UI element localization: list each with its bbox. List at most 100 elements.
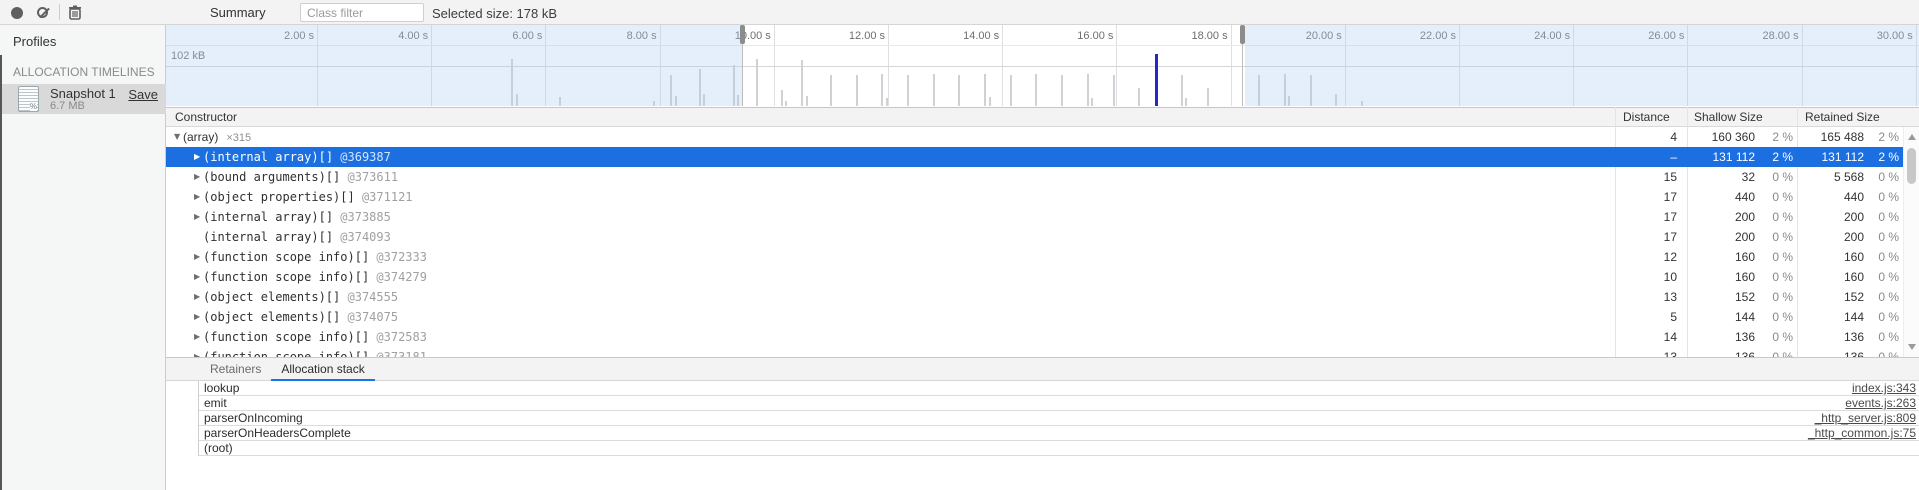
scrollbar-up-arrow-icon[interactable] <box>1908 134 1916 140</box>
cell-percent: 0 % <box>1760 167 1795 187</box>
allocation-bar <box>886 98 888 106</box>
object-id: @369387 <box>333 150 391 164</box>
cell-number: 144 <box>1687 307 1759 327</box>
constructor-label: (function scope info)[] <box>203 330 369 344</box>
expander-collapsed-icon[interactable]: ▶ <box>194 307 200 327</box>
cell-number: 32 <box>1687 167 1759 187</box>
tab-retainers[interactable]: Retainers <box>200 358 271 380</box>
constructor-row[interactable]: ▶(function scope info)[] @374279101600 %… <box>166 267 1919 287</box>
cell-percent: 0 % <box>1760 227 1795 247</box>
source-location-link[interactable]: _http_common.js:75 <box>1808 426 1916 441</box>
expander-collapsed-icon[interactable]: ▶ <box>194 147 200 167</box>
scrollbar-thumb[interactable] <box>1907 148 1916 184</box>
constructor-row[interactable]: ▶(object properties)[] @371121174400 %44… <box>166 187 1919 207</box>
cell-number: 4 <box>1615 127 1681 147</box>
object-id: @374555 <box>340 290 398 304</box>
selection-handle-right[interactable] <box>1240 25 1245 44</box>
constructor-row[interactable]: ▶(function scope info)[] @373181131360 %… <box>166 347 1919 357</box>
source-location-link[interactable]: _http_server.js:809 <box>1815 411 1916 426</box>
cell-number: 15 <box>1615 167 1681 187</box>
cell-percent: 0 % <box>1760 267 1795 287</box>
record-button[interactable] <box>9 5 25 21</box>
cell-number: 136 <box>1687 347 1759 357</box>
constructor-row[interactable]: ▶(internal array)[] @373885172000 %2000 … <box>166 207 1919 227</box>
constructor-row[interactable]: ▼(array)×3154160 3602 %165 4882 % <box>166 127 1919 147</box>
allocation-stack-frames: lookupindex.js:343emitevents.js:263parse… <box>198 381 1919 456</box>
object-id: @373611 <box>340 170 398 184</box>
constructor-label: (array) <box>183 130 218 144</box>
snapshot-title: Snapshot 1 <box>50 86 116 101</box>
expander-collapsed-icon[interactable]: ▶ <box>194 247 200 267</box>
constructor-label: (object elements)[] <box>203 290 340 304</box>
column-header-retained-size[interactable]: Retained Size <box>1805 110 1880 124</box>
constructor-row[interactable]: ▶(bound arguments)[] @37361115320 %5 568… <box>166 167 1919 187</box>
expander-collapsed-icon[interactable]: ▶ <box>194 187 200 207</box>
constructor-label: (object elements)[] <box>203 310 340 324</box>
constructor-row[interactable]: ▶(function scope info)[] @372333121600 %… <box>166 247 1919 267</box>
class-filter-input[interactable] <box>300 3 424 22</box>
expander-collapsed-icon[interactable]: ▶ <box>194 207 200 227</box>
allocation-bar <box>1207 88 1209 106</box>
save-link[interactable]: Save <box>128 87 158 102</box>
stack-frame[interactable]: emitevents.js:263 <box>199 396 1919 411</box>
cell-number: 160 <box>1797 267 1868 287</box>
unselected-region-right <box>1245 25 1919 106</box>
constructor-row[interactable]: (internal array)[] @374093172000 %2000 % <box>166 227 1919 247</box>
expander-collapsed-icon[interactable]: ▶ <box>194 327 200 347</box>
selection-handle-left[interactable] <box>740 25 745 44</box>
allocation-bar <box>806 96 808 106</box>
stack-frame[interactable]: parserOnHeadersComplete _http_common.js:7… <box>199 426 1919 441</box>
cell-percent: 0 % <box>1868 187 1901 207</box>
stack-frame[interactable]: parserOnIncoming_http_server.js:809 <box>199 411 1919 426</box>
expander-collapsed-icon[interactable]: ▶ <box>194 267 200 287</box>
allocation-bar <box>984 74 986 106</box>
expander-collapsed-icon[interactable]: ▶ <box>194 287 200 307</box>
stack-frame[interactable]: (root) <box>199 441 1919 456</box>
cell-number: 131 112 <box>1687 147 1759 167</box>
sidebar-item-snapshot-1[interactable]: % Snapshot 1 6.7 MB Save <box>0 84 166 114</box>
cell-percent: 0 % <box>1760 307 1795 327</box>
timeline-tick-label: 16.00 s <box>1053 30 1113 42</box>
allocation-bar <box>781 90 783 106</box>
constructor-label: (internal array)[] <box>203 210 333 224</box>
trash-icon <box>68 5 82 20</box>
expander-collapsed-icon[interactable]: ▶ <box>194 347 200 357</box>
allocation-bar <box>785 101 787 106</box>
allocation-bar <box>907 75 909 106</box>
constructor-row[interactable]: ▶(object elements)[] @374555131520 %1520… <box>166 287 1919 307</box>
column-header-constructor[interactable]: Constructor <box>175 110 237 124</box>
constructor-row[interactable]: ▶(function scope info)[] @372583141360 %… <box>166 327 1919 347</box>
expander-expanded-icon[interactable]: ▼ <box>174 127 180 147</box>
clear-button[interactable] <box>35 5 51 21</box>
constructor-name: (function scope info)[] @372333 <box>203 247 427 267</box>
record-icon <box>11 7 23 19</box>
stack-frame[interactable]: lookupindex.js:343 <box>199 381 1919 396</box>
cell-number: 10 <box>1615 267 1681 287</box>
stack-frame-function: parserOnHeadersComplete <box>204 426 351 441</box>
column-header-distance[interactable]: Distance <box>1623 110 1670 124</box>
constructor-label: (function scope info)[] <box>203 250 369 264</box>
cell-number: 152 <box>1797 287 1868 307</box>
scrollbar-down-arrow-icon[interactable] <box>1908 344 1916 350</box>
cell-percent: 0 % <box>1868 247 1901 267</box>
source-location-link[interactable]: events.js:263 <box>1845 396 1916 411</box>
constructor-name: (internal array)[] @374093 <box>203 227 391 247</box>
constructor-row[interactable]: ▶(object elements)[] @37407551440 %1440 … <box>166 307 1919 327</box>
allocation-bar <box>830 75 832 106</box>
delete-profile-button[interactable] <box>68 5 84 21</box>
timeline-tick-label: 18.00 s <box>1168 30 1228 42</box>
constructor-label: (internal array)[] <box>203 230 333 244</box>
vertical-scrollbar[interactable] <box>1903 127 1919 357</box>
instance-count: ×315 <box>226 132 251 144</box>
tab-allocation-stack[interactable]: Allocation stack <box>271 358 374 380</box>
column-header-shallow-size[interactable]: Shallow Size <box>1694 110 1763 124</box>
allocation-bar <box>856 75 858 106</box>
heap-snapshot-icon-percent: % <box>30 103 37 111</box>
expander-collapsed-icon[interactable]: ▶ <box>194 167 200 187</box>
source-location-link[interactable]: index.js:343 <box>1852 381 1916 396</box>
cell-number: 200 <box>1797 227 1868 247</box>
allocation-timeline-overview[interactable]: 2.00 s4.00 s6.00 s8.00 s10.00 s12.00 s14… <box>166 25 1919 107</box>
cell-number: 14 <box>1615 327 1681 347</box>
sidebar-section-allocation-timelines: ALLOCATION TIMELINES <box>13 65 155 79</box>
constructor-row[interactable]: ▶(internal array)[] @369387–131 1122 %13… <box>166 147 1919 167</box>
